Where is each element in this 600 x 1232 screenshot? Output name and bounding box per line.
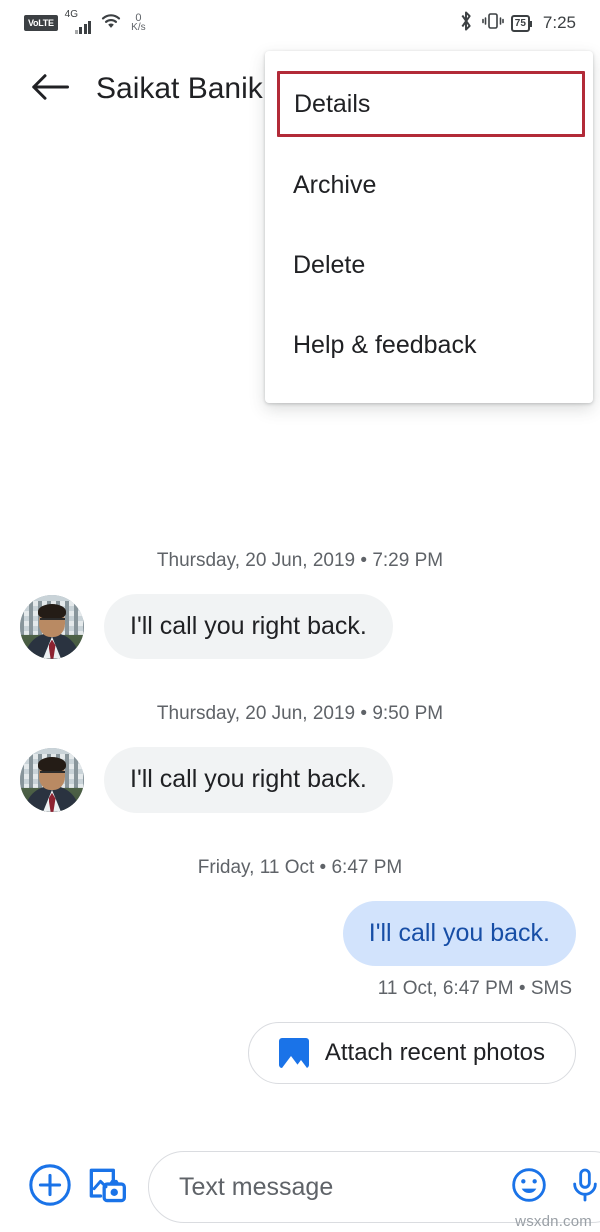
emoji-smiley-icon bbox=[509, 1165, 549, 1210]
message-bubble[interactable]: I'll call you back. bbox=[342, 900, 576, 966]
back-arrow-icon bbox=[30, 72, 70, 107]
menu-item-details[interactable]: Details bbox=[277, 71, 585, 137]
date-separator: Thursday, 20 Jun, 2019 • 9:50 PM bbox=[156, 703, 444, 725]
status-bar-left: VoLTE 4G 0 K/s bbox=[24, 9, 146, 36]
status-bar: VoLTE 4G 0 K/s 75 7:25 bbox=[0, 0, 600, 46]
overflow-menu: Details Archive Delete Help & feedback bbox=[265, 51, 593, 403]
photo-icon bbox=[278, 1037, 309, 1068]
network-speed-unit: K/s bbox=[131, 22, 146, 33]
avatar[interactable] bbox=[20, 594, 84, 659]
gallery-camera-button[interactable] bbox=[78, 1159, 134, 1215]
date-separator: Friday, 11 Oct • 6:47 PM bbox=[197, 856, 403, 878]
watermark: wsxdn.com bbox=[515, 1213, 592, 1230]
messages-app-screen: VoLTE 4G 0 K/s 75 7:25 Saikat Banik Deta… bbox=[0, 0, 600, 1232]
gallery-camera-icon bbox=[84, 1163, 128, 1212]
message-bubble[interactable]: I'll call you right back. bbox=[104, 594, 393, 660]
menu-item-label: Help & feedback bbox=[293, 330, 477, 359]
microphone-icon bbox=[565, 1165, 600, 1210]
date-separator: Thursday, 20 Jun, 2019 • 7:29 PM bbox=[156, 550, 444, 571]
back-button[interactable] bbox=[26, 65, 74, 113]
add-attachment-button[interactable] bbox=[22, 1159, 78, 1215]
menu-item-delete[interactable]: Delete bbox=[265, 225, 593, 305]
attach-recent-photos-chip[interactable]: Attach recent photos bbox=[247, 1021, 576, 1084]
status-bar-clock: 7:25 bbox=[542, 13, 576, 32]
suggestion-chip-row: Attach recent photos bbox=[0, 1021, 600, 1084]
wifi-icon bbox=[98, 11, 124, 36]
network-type-label: 4G bbox=[64, 9, 79, 20]
menu-item-archive[interactable]: Archive bbox=[265, 145, 593, 225]
chip-label: Attach recent photos bbox=[324, 1038, 545, 1066]
avatar[interactable] bbox=[20, 747, 84, 812]
compose-bar bbox=[0, 1142, 600, 1232]
plus-circle-icon bbox=[27, 1162, 73, 1213]
message-row-incoming: I'll call you right back. bbox=[0, 594, 600, 660]
battery-indicator: 75 bbox=[510, 14, 533, 32]
menu-item-label: Archive bbox=[293, 170, 377, 199]
emoji-button[interactable] bbox=[501, 1159, 557, 1215]
volte-badge: VoLTE bbox=[24, 15, 58, 31]
status-bar-right: 75 7:25 bbox=[457, 10, 576, 37]
network-speed-indicator: 0 K/s bbox=[131, 13, 145, 33]
message-row-incoming: I'll call you right back. bbox=[0, 747, 600, 813]
conversation-title: Saikat Banik bbox=[96, 72, 263, 105]
menu-item-label: Details bbox=[294, 89, 371, 118]
cellular-signal-icon: 4G bbox=[64, 9, 92, 34]
menu-item-label: Delete bbox=[293, 250, 366, 279]
message-row-outgoing: I'll call you back. bbox=[0, 900, 600, 966]
voice-input-button[interactable] bbox=[557, 1159, 600, 1215]
message-status: 11 Oct, 6:47 PM • SMS bbox=[377, 977, 572, 999]
menu-item-help-feedback[interactable]: Help & feedback bbox=[265, 305, 593, 385]
bluetooth-icon bbox=[457, 10, 475, 37]
vibrate-icon bbox=[481, 11, 504, 36]
message-bubble[interactable]: I'll call you right back. bbox=[104, 747, 393, 813]
signal-bars-icon bbox=[74, 21, 92, 34]
message-input[interactable] bbox=[179, 1172, 501, 1202]
